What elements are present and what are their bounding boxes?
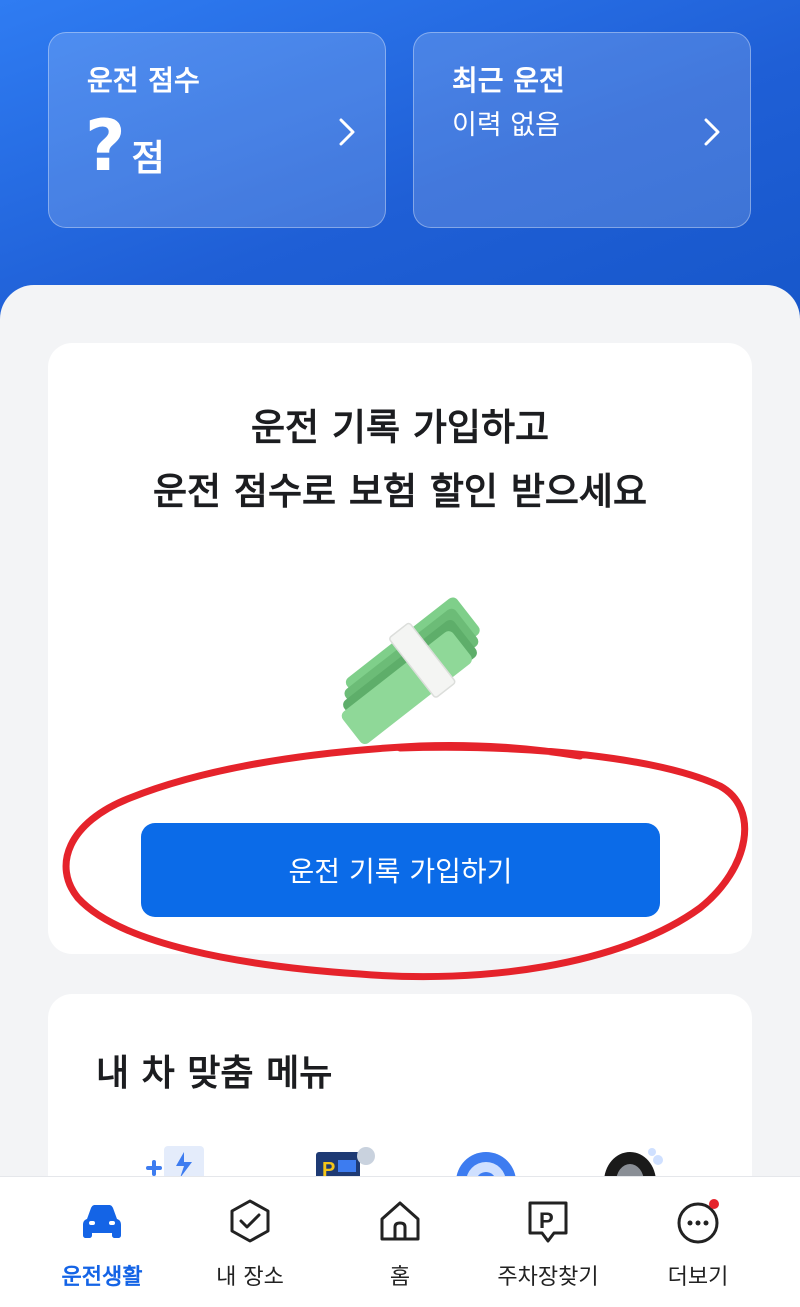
score-number: ? (85, 105, 126, 187)
recent-driving-card[interactable]: 최근 운전 이력 없음 (413, 32, 751, 228)
car-icon (83, 1205, 121, 1238)
chevron-right-icon (704, 118, 720, 146)
driving-record-signup-button[interactable]: 운전 기록 가입하기 (141, 823, 660, 917)
promo-headline-line2: 운전 점수로 보험 할인 받으세요 (152, 470, 648, 513)
promo-headline-line1: 운전 기록 가입하고 (250, 406, 550, 449)
chevron-right-icon (339, 118, 355, 146)
tab-more[interactable]: 더보기 (628, 1177, 768, 1307)
bottom-tab-bar: 운전생활 내 장소 홈 P 주차장찾기 더보기 (0, 1176, 800, 1307)
tab-find-parking[interactable]: P 주차장찾기 (478, 1177, 618, 1307)
tab-label: 내 장소 (216, 1265, 284, 1290)
tab-driving-life[interactable]: 운전생활 (32, 1177, 172, 1307)
more-icon (677, 1199, 719, 1244)
tab-label: 주차장찾기 (497, 1265, 599, 1290)
tab-label: 더보기 (667, 1265, 729, 1290)
my-car-menu-title: 내 차 맞춤 메뉴 (96, 1053, 333, 1094)
recent-driving-title: 최근 운전 (452, 64, 565, 97)
score-unit: 점 (131, 138, 165, 179)
svg-text:P: P (539, 1208, 554, 1233)
driving-record-promo-card: 운전 기록 가입하고 운전 점수로 보험 할인 받으세요 운전 기록 가입하기 (48, 343, 752, 954)
driving-score-title: 운전 점수 (87, 64, 200, 97)
recent-driving-subtitle: 이력 없음 (452, 110, 560, 141)
tab-my-places[interactable]: 내 장소 (180, 1177, 320, 1307)
driving-score-value: ? 점 (85, 111, 165, 181)
tab-label: 운전생활 (61, 1265, 143, 1290)
tab-home[interactable]: 홈 (330, 1177, 470, 1307)
driving-score-card[interactable]: 운전 점수 ? 점 (48, 32, 386, 228)
parking-icon: P (528, 1201, 568, 1243)
notification-badge (709, 1199, 719, 1209)
check-shield-icon (230, 1199, 270, 1243)
home-icon (380, 1201, 420, 1241)
cash-bundle-illustration (341, 597, 480, 745)
tab-label: 홈 (389, 1265, 411, 1290)
